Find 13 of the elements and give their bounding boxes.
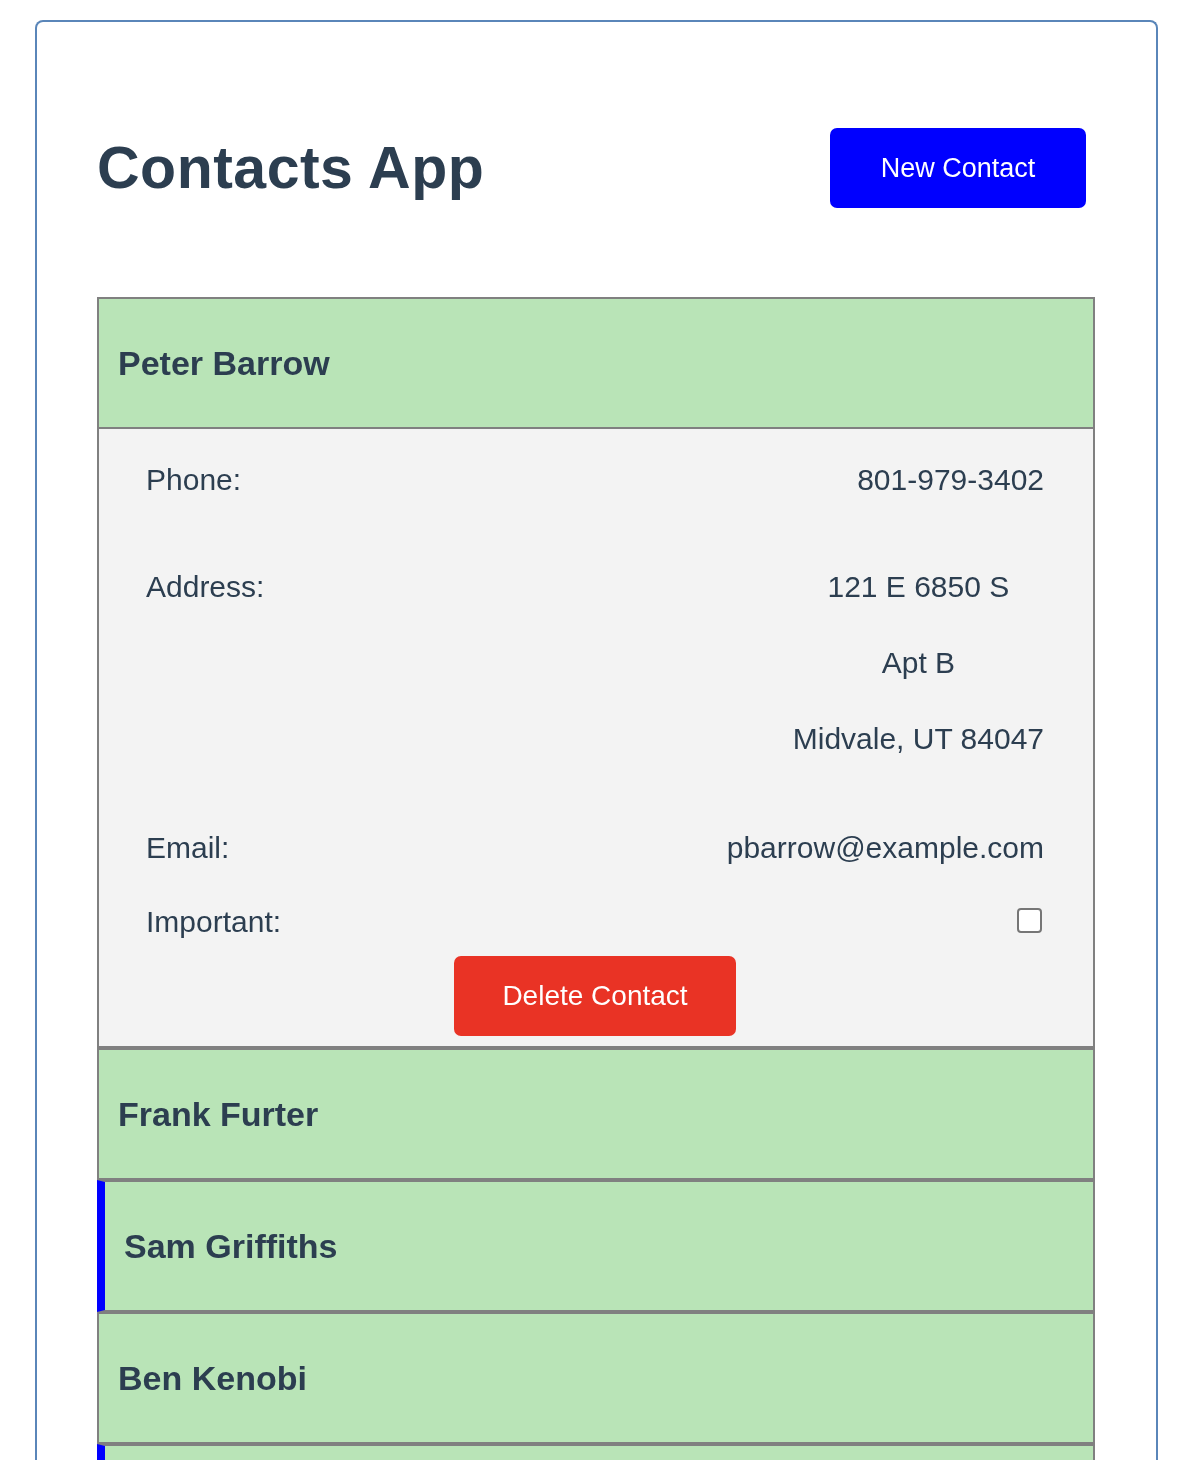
delete-contact-button[interactable]: Delete Contact — [454, 956, 736, 1036]
app-title: Contacts App — [97, 134, 485, 202]
address-line: Apt B — [881, 645, 956, 681]
important-label: Important: — [146, 904, 282, 940]
important-checkbox[interactable] — [1017, 908, 1042, 933]
email-label: Email: — [146, 830, 230, 866]
address-line: Midvale, UT 84047 — [792, 721, 1044, 757]
phone-label: Phone: — [146, 462, 242, 498]
address-line: 121 E 6850 S — [827, 569, 1010, 605]
email-value: pbarrow@example.com — [726, 830, 1044, 866]
phone-value: 801-979-3402 — [857, 462, 1044, 498]
new-contact-button[interactable]: New Contact — [830, 128, 1086, 208]
address-label: Address: — [146, 569, 265, 605]
